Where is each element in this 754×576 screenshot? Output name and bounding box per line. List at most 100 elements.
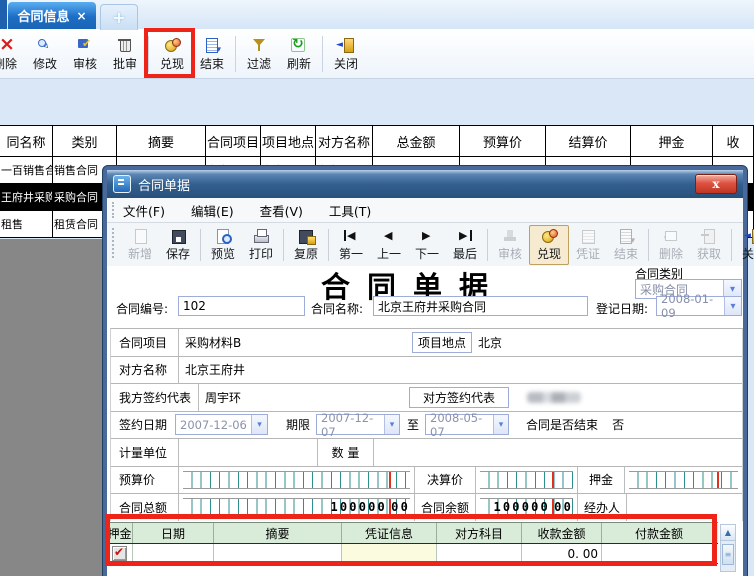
chevron-down-icon[interactable]: ▾	[384, 415, 399, 434]
dialog-toolbar-button-restore[interactable]: 复原	[287, 225, 325, 265]
sign-date-label: 签约日期	[119, 412, 167, 439]
qty-value[interactable]	[374, 439, 742, 466]
dialog-close-button[interactable]: x	[695, 174, 737, 194]
dialog-icon	[113, 175, 131, 193]
tab-close-icon[interactable]: ×	[76, 9, 86, 23]
location-label: 项目地点	[412, 332, 472, 354]
form-row-party: 对方名称 北京王府井	[111, 357, 742, 385]
grid-scrollbar[interactable]: ▲ ≡	[720, 524, 736, 572]
fetch-icon	[700, 228, 718, 244]
dialog-toolbar-button-delete[interactable]: 删除	[652, 225, 690, 265]
dialog-toolbar-button-print[interactable]: 打印	[242, 225, 280, 265]
contract-form: 合同项目 采购材料B 项目地点 北京 对方名称 北京王府井 我方签约代表 周宇环…	[110, 328, 743, 521]
column-header[interactable]: 收	[713, 126, 754, 157]
column-header[interactable]: 总金额	[373, 126, 460, 157]
form-row-unit: 计量单位 数 量	[111, 439, 742, 467]
dialog-toolbar-button-voucher[interactable]: 凭证	[569, 225, 607, 265]
contract-name-input[interactable]: 北京王府井采购合同	[373, 296, 588, 316]
column-header[interactable]: 预算价	[460, 126, 546, 157]
audit-icon	[76, 37, 94, 53]
scrollbar-thumb[interactable]: ≡	[722, 544, 734, 565]
dialog-toolbar-button-close[interactable]: 关闭	[735, 225, 754, 265]
toolbar-button-close[interactable]: 关闭	[326, 31, 366, 77]
dialog-toolbar-button-end[interactable]: 结束	[607, 225, 645, 265]
our-rep-value[interactable]: 周宇环	[199, 384, 409, 411]
table-cell[interactable]: 租售	[0, 211, 53, 238]
budget-label: 预算价	[111, 467, 179, 494]
column-header[interactable]: 押金	[631, 126, 713, 157]
toolbar-button-refresh[interactable]: 刷新	[279, 31, 319, 77]
toolbar-separator	[731, 229, 732, 261]
toolbar-separator	[322, 36, 323, 72]
toolbar-separator	[200, 229, 201, 261]
dialog-toolbar-button-fetch[interactable]: 获取	[690, 225, 728, 265]
menu-item[interactable]: 查看(V)	[260, 201, 303, 220]
decimal-line	[389, 472, 391, 489]
party-label: 对方名称	[111, 357, 179, 384]
toolbar-separator	[487, 229, 488, 261]
deposit-amount-field[interactable]	[629, 471, 738, 490]
decimal-line	[552, 472, 554, 489]
finish-icon	[203, 37, 221, 53]
voucher-icon	[579, 228, 597, 244]
dialog-toolbar-button-save[interactable]: 保存	[159, 225, 197, 265]
table-cell[interactable]: 王府井采购	[0, 184, 53, 211]
chevron-down-icon[interactable]: ▾	[493, 415, 508, 434]
location-value[interactable]: 北京	[472, 329, 742, 356]
nav-last-icon	[456, 228, 474, 244]
toolbar-button-delete[interactable]: 删除	[0, 31, 25, 77]
term-start-combobox[interactable]: 2007-12-07▾	[316, 414, 400, 435]
print-icon	[252, 228, 270, 244]
dialog-toolbar-button-audit[interactable]: 审核	[491, 225, 529, 265]
column-header[interactable]: 摘要	[117, 126, 206, 157]
budget-amount-field[interactable]	[183, 471, 410, 490]
new-tab-button[interactable]: +	[100, 4, 138, 30]
dialog-toolbar-button-nav-first[interactable]: 第一	[332, 225, 370, 265]
toolbar-grip	[112, 228, 117, 258]
toolbar-button-modify[interactable]: 修改	[25, 31, 65, 77]
unit-label: 计量单位	[111, 439, 179, 466]
project-value[interactable]: 采购材料B	[179, 329, 412, 356]
dialog-toolbar-button-new[interactable]: 新增	[121, 225, 159, 265]
form-row-project: 合同项目 采购材料B 项目地点 北京	[111, 329, 742, 357]
chevron-down-icon[interactable]: ▾	[724, 297, 741, 315]
menu-item[interactable]: 文件(F)	[123, 201, 165, 220]
column-header[interactable]: 同名称	[0, 126, 53, 157]
dialog-titlebar[interactable]: 合同单据 x	[107, 170, 743, 198]
chevron-down-icon[interactable]: ▾	[251, 415, 267, 434]
dialog-toolbar-button-nav-next[interactable]: 下一	[408, 225, 446, 265]
toolbar-separator	[235, 36, 236, 72]
toolbar-separator	[283, 229, 284, 261]
toolbar-button-audit[interactable]: 审核	[65, 31, 105, 77]
dialog-toolbar-button-nav-prev[interactable]: 上一	[370, 225, 408, 265]
column-header[interactable]: 项目地点	[261, 126, 316, 157]
toolbar-button-filter[interactable]: 过滤	[239, 31, 279, 77]
dialog-toolbar-button-redeem[interactable]: 兑现	[529, 225, 569, 265]
toolbar-button-batch-approve[interactable]: 批审	[105, 31, 145, 77]
contract-no-input[interactable]: 102	[178, 296, 305, 316]
term-end-combobox[interactable]: 2008-05-07▾	[425, 414, 509, 435]
their-rep-value[interactable]	[509, 384, 742, 411]
tab-contract-info[interactable]: 合同信息 ×	[8, 2, 96, 29]
final-amount-field[interactable]	[480, 471, 573, 490]
party-value[interactable]: 北京王府井	[179, 357, 742, 384]
unit-value[interactable]	[179, 439, 317, 466]
sign-date-combobox[interactable]: 2007-12-06▾	[175, 414, 268, 435]
dialog-toolbar-button-preview[interactable]: 预览	[204, 225, 242, 265]
scroll-up-icon[interactable]: ▲	[721, 525, 735, 541]
nav-first-icon	[342, 228, 360, 244]
table-cell[interactable]: 一百销售合	[0, 157, 53, 184]
menu-item[interactable]: 工具(T)	[329, 201, 371, 220]
main-toolbar: 删除 修改 审核 批审 兑现 结束 过滤 刷新 关闭	[0, 30, 754, 79]
ended-value[interactable]: 否	[612, 412, 624, 439]
column-header[interactable]: 类别	[53, 126, 117, 157]
reg-date-combobox[interactable]: 2008-01-09 ▾	[656, 296, 742, 316]
ended-label: 合同是否结束	[526, 412, 598, 439]
column-header[interactable]: 结算价	[546, 126, 631, 157]
close-icon	[745, 228, 754, 244]
menu-item[interactable]: 编辑(E)	[191, 201, 234, 220]
column-header[interactable]: 合同项目	[206, 126, 261, 157]
dialog-toolbar-button-nav-last[interactable]: 最后	[446, 225, 484, 265]
column-header[interactable]: 对方名称	[316, 126, 373, 157]
toolbar-button-finish[interactable]: 结束	[192, 31, 232, 77]
